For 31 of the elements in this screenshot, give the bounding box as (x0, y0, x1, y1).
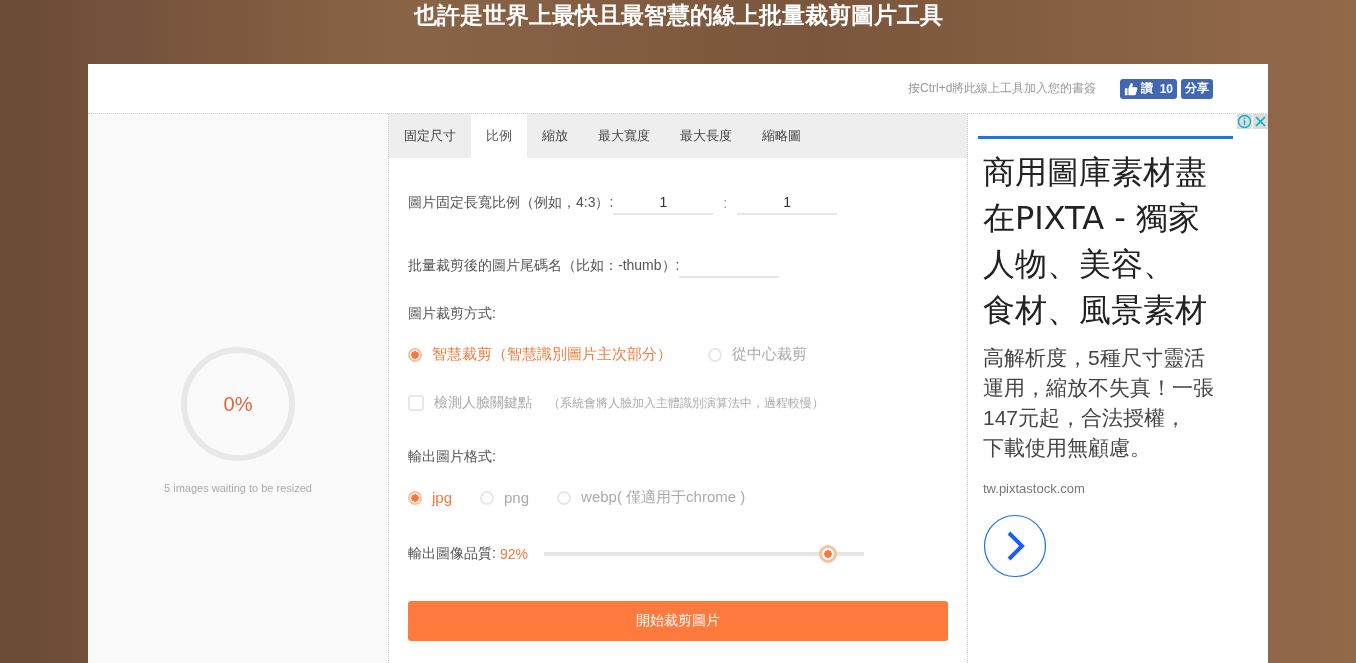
tab[interactable]: 最大寬度 (583, 114, 665, 158)
suffix-label: 批量裁剪後的圖片尾碼名（比如：-thumb）: (408, 257, 680, 275)
crop-mode-label: 圖片裁剪方式: (408, 305, 496, 323)
radio-button[interactable] (408, 490, 422, 505)
tab[interactable]: 最大長度 (665, 114, 747, 158)
like-button[interactable]: 讚 10 (1120, 78, 1177, 99)
format-label: 輸出圖片格式: (408, 448, 496, 466)
ad-domain[interactable]: tw.pixtastock.com (983, 481, 1248, 496)
progress-percent: 0% (223, 392, 253, 416)
face-detect-note: （系統會將人臉加入主體識別演算法中，過程較慢） (548, 394, 824, 412)
progress-caption: 5 images waiting to be resized (164, 482, 312, 494)
quality-label: 輸出圖像品質: (408, 545, 496, 563)
tab[interactable]: 固定尺寸 (389, 114, 471, 158)
tab[interactable]: 比例 (471, 114, 527, 158)
page-title: 也許是世界上最快且最智慧的線上批量裁剪圖片工具 (413, 0, 943, 30)
close-icon[interactable] (1253, 114, 1268, 129)
quality-reading: 92% (499, 546, 528, 562)
ratio-label: 圖片固定長寬比例（例如，4:3）: (408, 194, 614, 212)
chevron-right-icon[interactable] (983, 514, 1047, 578)
ratio-separator: : (723, 195, 728, 211)
ad-headline[interactable]: 商用圖庫素材盡 在PIXTA - 獨家 人物、美容、 食材、風景素材 (983, 149, 1248, 333)
radio-label[interactable]: 智慧裁剪（智慧識別圖片主次部分） (432, 345, 672, 364)
radio-button[interactable] (408, 347, 422, 362)
share-button[interactable]: 分享 (1181, 78, 1213, 99)
tab[interactable]: 縮放 (527, 114, 583, 158)
tab[interactable]: 縮略圖 (747, 114, 816, 158)
thumbs-up-icon (1124, 81, 1139, 96)
bookmark-hint: 按Ctrl+d將此線上工具加入您的書簽 (907, 80, 1097, 97)
info-icon[interactable] (1237, 114, 1252, 129)
ad-body: 高解析度，5種尺寸靈活 運用，縮放不失真！一張 147元起，合法授權， 下載使用無顧慮。 (983, 345, 1215, 461)
slider-thumb[interactable] (818, 545, 837, 563)
